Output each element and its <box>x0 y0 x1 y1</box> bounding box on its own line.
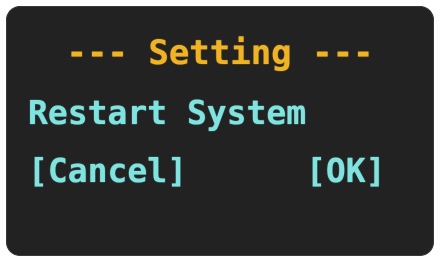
dialog-message: Restart System <box>28 93 307 132</box>
ok-button[interactable]: [OK] <box>306 154 385 187</box>
lcd-screen: --- Setting --- Restart System [Cancel] … <box>6 6 434 256</box>
dialog-title: --- Setting --- <box>66 33 374 73</box>
cancel-button[interactable]: [Cancel] <box>28 154 187 187</box>
